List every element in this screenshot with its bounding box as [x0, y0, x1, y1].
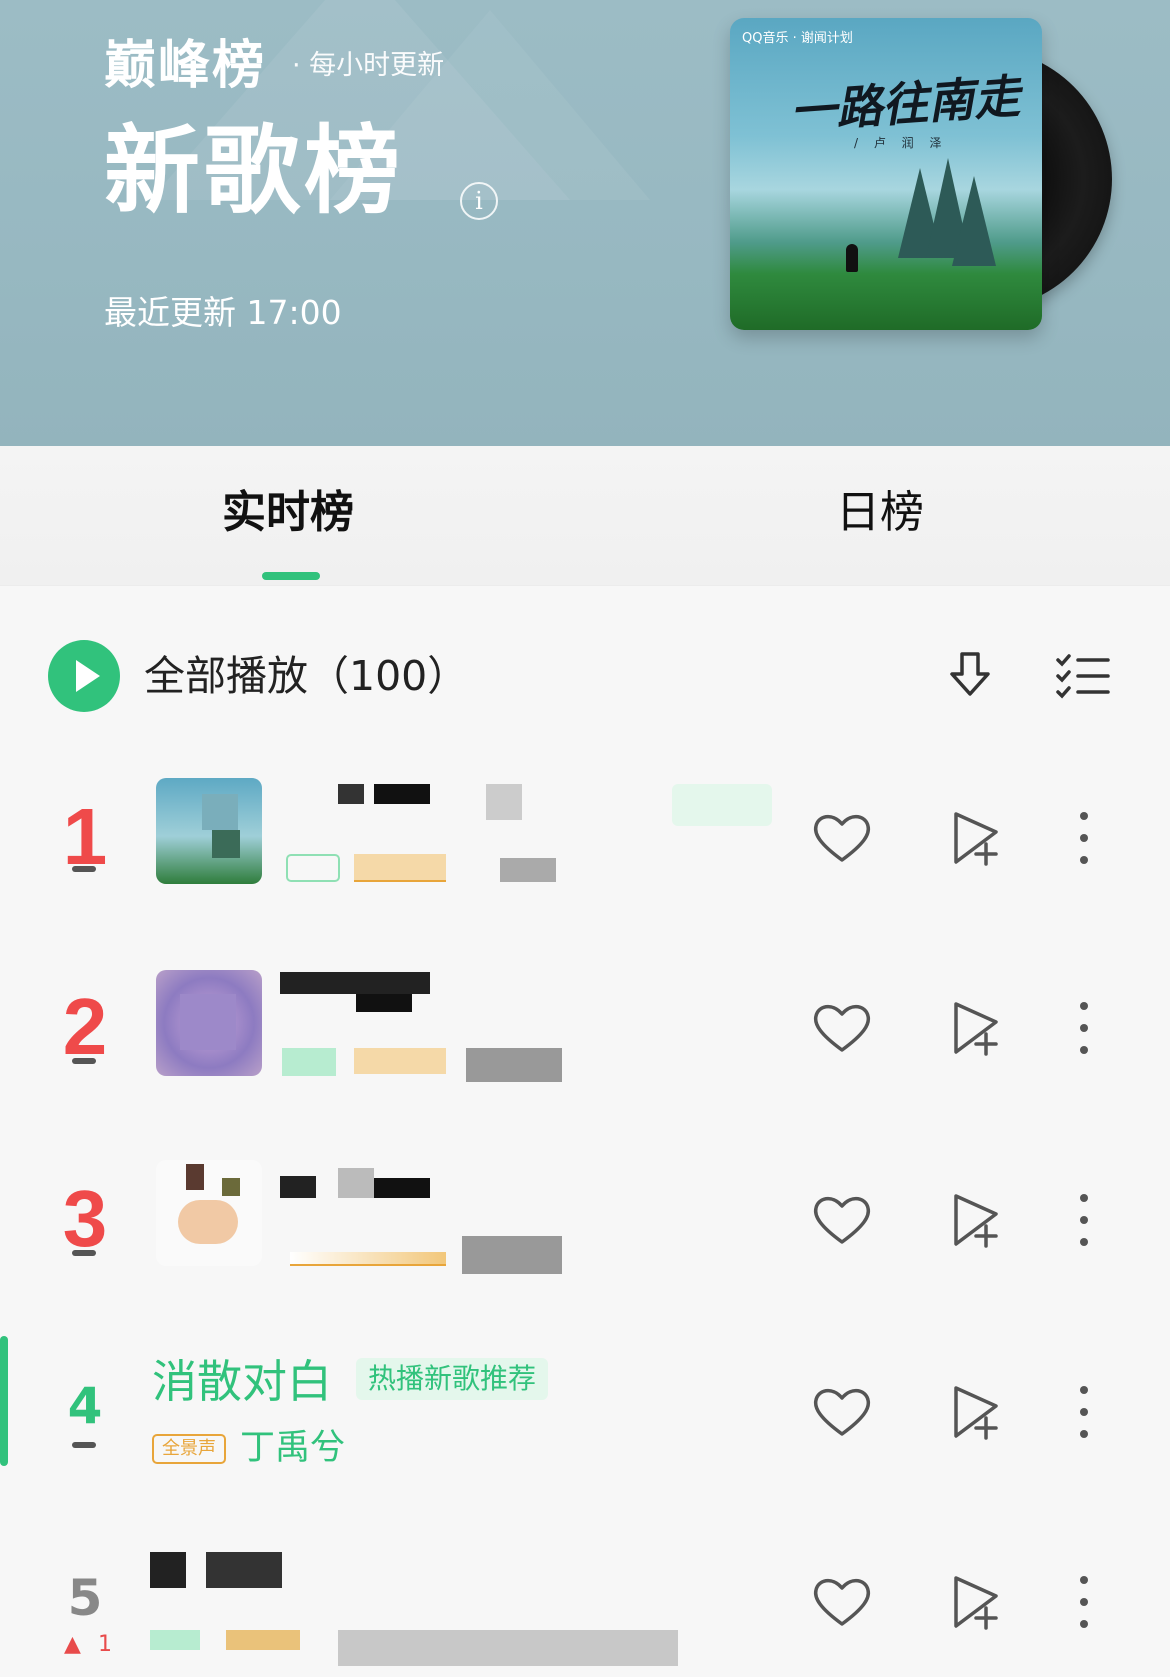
redacted-tag: [290, 1252, 446, 1266]
heart-icon[interactable]: [810, 1570, 874, 1634]
redacted-title: [486, 784, 522, 820]
chart-tabs: 实时榜 日榜: [0, 446, 1170, 586]
redacted-title: [280, 1176, 316, 1198]
heart-icon[interactable]: [810, 806, 874, 870]
more-icon[interactable]: [1052, 806, 1116, 870]
song-rank: 4: [67, 1377, 103, 1435]
multi-select-icon[interactable]: [1052, 646, 1112, 706]
more-icon[interactable]: [1052, 1570, 1116, 1634]
cover-logo: QQ音乐 · 谢闻计划: [742, 31, 853, 46]
add-to-playlist-icon[interactable]: [944, 1188, 1008, 1252]
trend-up-icon: ▲: [64, 1632, 81, 1657]
song-thumbnail: [156, 970, 262, 1076]
add-to-playlist-icon[interactable]: [944, 806, 1008, 870]
add-to-playlist-icon[interactable]: [944, 1380, 1008, 1444]
add-to-playlist-icon[interactable]: [944, 1570, 1008, 1634]
active-tab-indicator: [262, 572, 320, 580]
chart-title: 新歌榜: [104, 115, 404, 227]
tab-daily[interactable]: 日榜: [836, 486, 924, 540]
redacted-artist: [462, 1236, 562, 1274]
brand-title: 巅峰榜: [104, 36, 267, 96]
redacted-tag: [282, 1048, 336, 1076]
redacted-title: [356, 994, 412, 1012]
audio-quality-badge: 全景声: [152, 1434, 226, 1464]
list-toolbar: 全部播放（100）: [0, 620, 1170, 740]
song-thumbnail: [156, 1160, 262, 1266]
redacted-title: [374, 784, 430, 804]
redacted-artist: [338, 1630, 678, 1666]
trend-unchanged-icon: [72, 1250, 96, 1256]
trend-value: 1: [98, 1632, 112, 1657]
chart-header: 巅峰榜 · 每小时更新 新歌榜 i 最近更新 17:00 QQ音乐 · 谢闻计划…: [0, 0, 1170, 446]
play-all-button[interactable]: [48, 640, 120, 712]
album-cover: QQ音乐 · 谢闻计划 一路往南走 / 卢 润 泽: [730, 18, 1042, 330]
redacted-tag: [226, 1630, 300, 1650]
redacted-artist: [500, 858, 556, 882]
recommend-tag: 热播新歌推荐: [356, 1358, 549, 1400]
redacted-tag: [672, 784, 772, 826]
cover-artist: / 卢 润 泽: [854, 136, 948, 150]
play-all-label[interactable]: 全部播放（100）: [144, 650, 468, 702]
song-artist[interactable]: 丁禹兮: [240, 1426, 345, 1470]
redacted-title: [206, 1552, 282, 1588]
redacted-title: [374, 1178, 430, 1198]
song-title: 消散对白: [152, 1355, 333, 1408]
redacted-tag: [354, 854, 446, 882]
heart-icon[interactable]: [810, 1380, 874, 1444]
redacted-tag: [150, 1630, 200, 1650]
chart-cover[interactable]: QQ音乐 · 谢闻计划 一路往南走 / 卢 润 泽: [730, 18, 1112, 333]
song-row[interactable]: 1: [0, 750, 1170, 940]
redacted-title: [150, 1552, 186, 1588]
redacted-title: [280, 972, 430, 994]
more-icon[interactable]: [1052, 1380, 1116, 1444]
trend-unchanged-icon: [72, 866, 96, 872]
more-icon[interactable]: [1052, 1188, 1116, 1252]
song-row[interactable]: 3: [0, 1132, 1170, 1322]
trend-unchanged-icon: [72, 1058, 96, 1064]
song-row-now-playing[interactable]: 4 消散对白 热播新歌推荐 全景声 丁禹兮: [0, 1324, 1170, 1514]
more-icon[interactable]: [1052, 996, 1116, 1060]
cover-figure: [846, 244, 858, 272]
last-updated: 最近更新 17:00: [104, 293, 342, 332]
heart-icon[interactable]: [810, 996, 874, 1060]
song-row[interactable]: 5 ▲ 1: [0, 1514, 1170, 1677]
tree-shape: [952, 176, 996, 266]
heart-icon[interactable]: [810, 1188, 874, 1252]
song-rank: 5: [67, 1569, 103, 1627]
update-frequency: · 每小时更新: [292, 50, 445, 81]
download-icon[interactable]: [940, 646, 1000, 706]
trend-unchanged-icon: [72, 1442, 96, 1448]
redacted-tag: [286, 854, 340, 882]
redacted-tag: [354, 1048, 446, 1074]
redacted-title: [338, 1168, 374, 1198]
song-thumbnail: [156, 778, 262, 884]
add-to-playlist-icon[interactable]: [944, 996, 1008, 1060]
song-row[interactable]: 2: [0, 940, 1170, 1130]
tab-realtime[interactable]: 实时榜: [222, 486, 354, 540]
redacted-artist: [466, 1048, 562, 1082]
now-playing-indicator: [0, 1336, 8, 1466]
info-icon[interactable]: i: [460, 182, 498, 220]
redacted-title: [338, 784, 364, 804]
cover-title: 一路往南走: [788, 69, 1022, 139]
